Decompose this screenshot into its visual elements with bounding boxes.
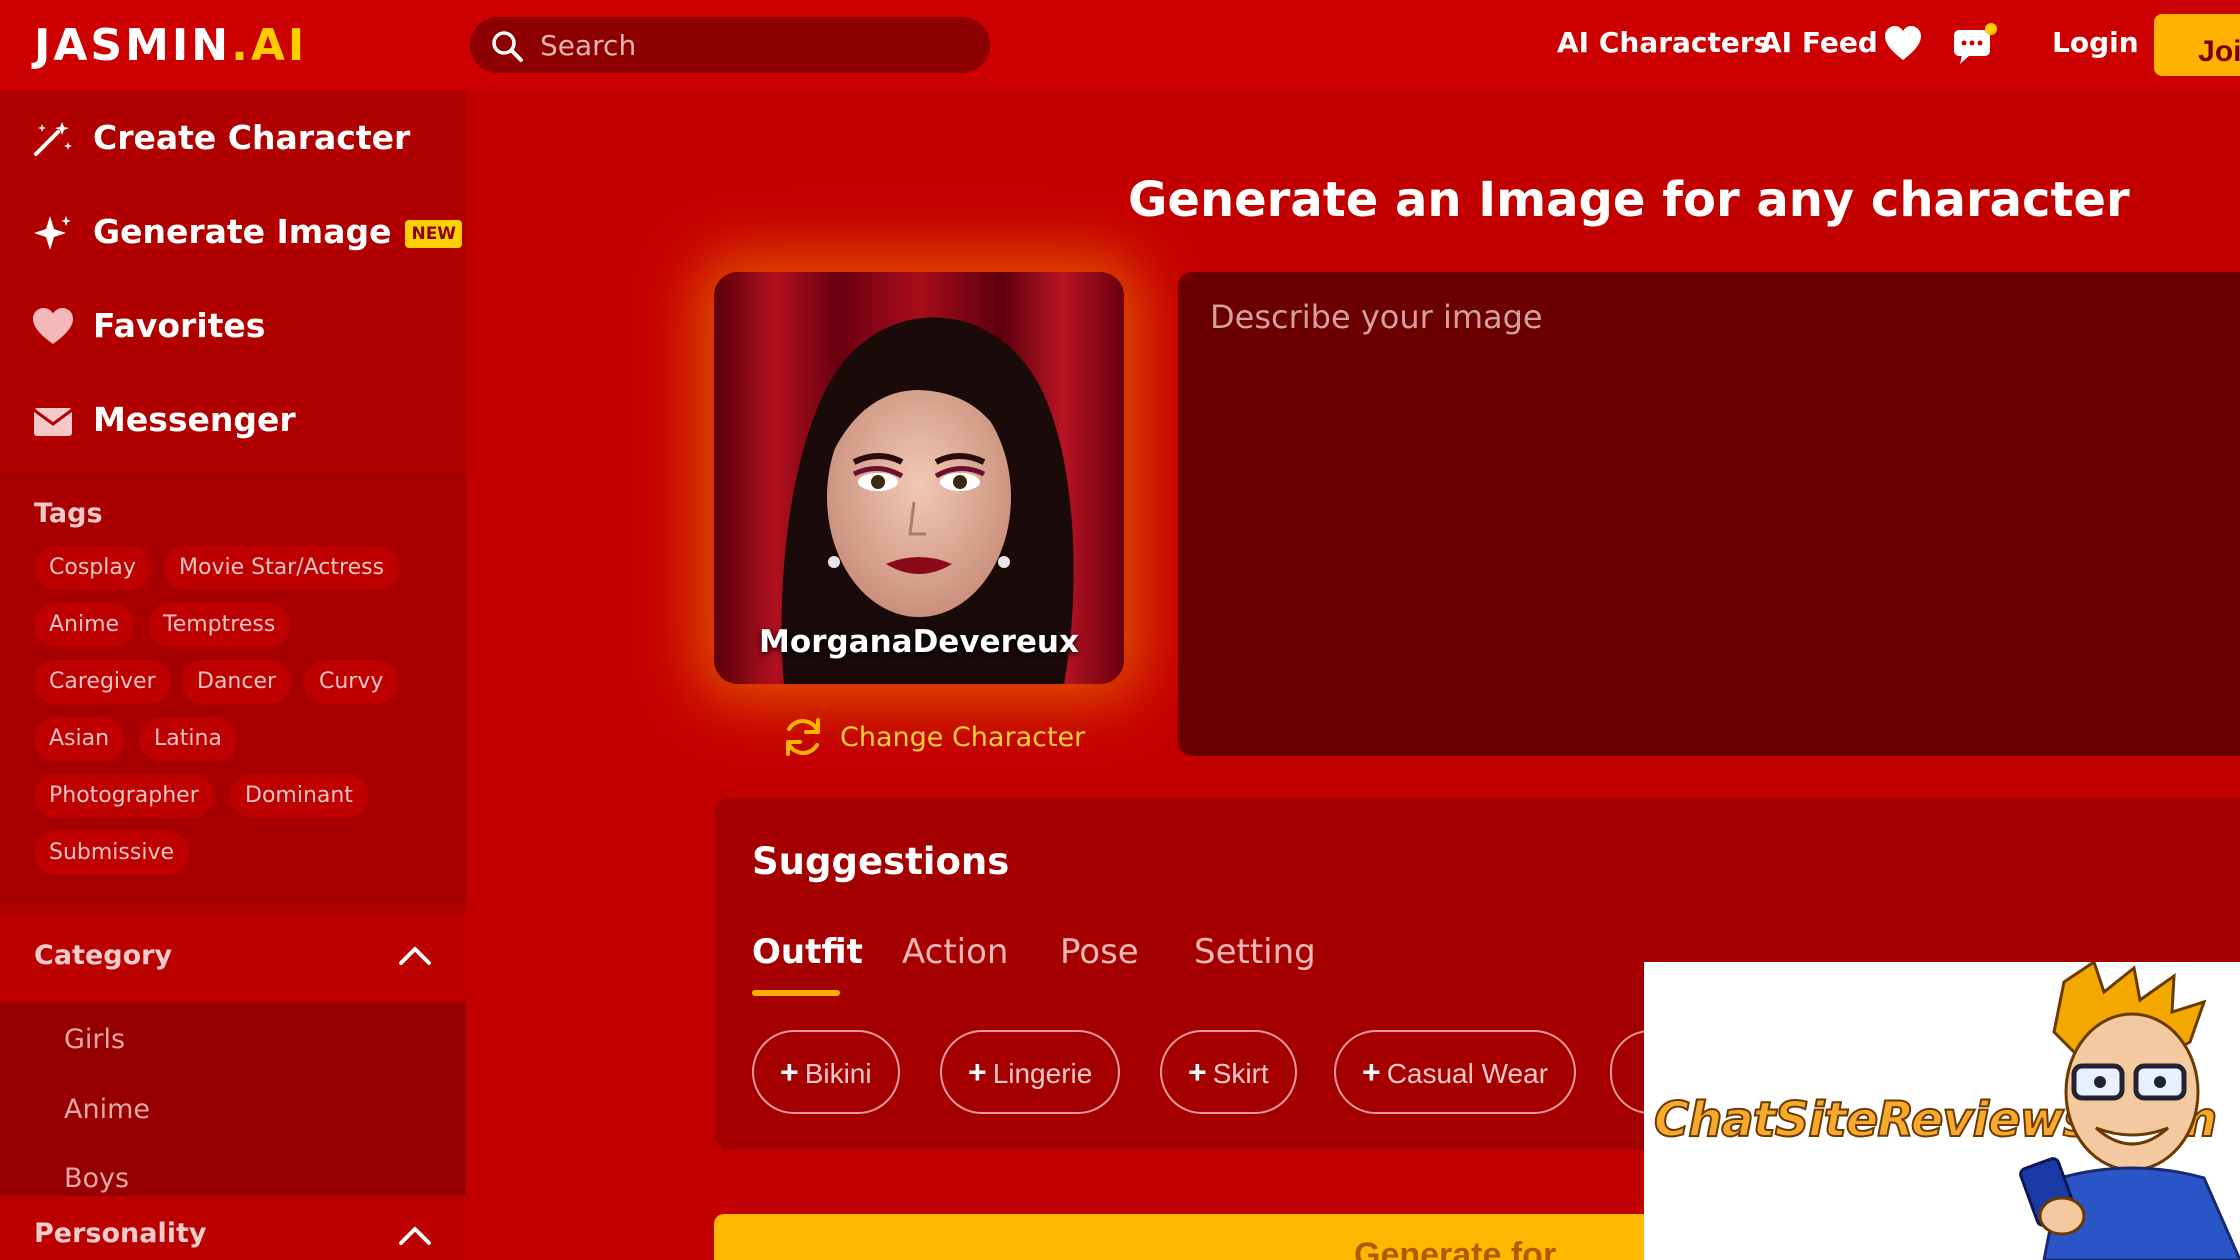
chevron-up-icon[interactable]: [398, 1224, 432, 1246]
chip-label: Skirt: [1212, 1058, 1269, 1089]
sparkle-icon: [34, 216, 71, 250]
page: JASMIN.AI AI Characters AI Feed Login Jo…: [0, 0, 2240, 1260]
suggestion-chip-lingerie[interactable]: + Lingerie: [940, 1030, 1121, 1114]
character-portrait: [714, 272, 1124, 684]
tab-pose[interactable]: Pose: [1060, 932, 1139, 972]
generate-image-label: Generate Image: [93, 212, 392, 251]
character-card[interactable]: MorganaDevereux: [714, 272, 1124, 684]
join-button[interactable]: Join: [2154, 14, 2240, 76]
tab-outfit[interactable]: Outfit: [752, 932, 863, 972]
nav-ai-characters[interactable]: AI Characters: [1557, 26, 1770, 59]
sidebar-item-create-character[interactable]: Create Character: [0, 92, 466, 186]
sidebar-item-generate-image[interactable]: Generate Image NEW: [0, 186, 466, 280]
personality-title: Personality: [34, 1218, 207, 1249]
sidebar-item-label: Favorites: [93, 306, 266, 345]
tag-chip[interactable]: Cosplay: [34, 546, 151, 590]
tag-chip[interactable]: Dominant: [230, 774, 368, 818]
tag-chip[interactable]: Asian: [34, 717, 125, 761]
tag-chip[interactable]: Temptress: [148, 603, 291, 647]
tag-chip[interactable]: Movie Star/Actress: [164, 546, 400, 590]
plus-icon: +: [1188, 1054, 1207, 1090]
tag-chip[interactable]: Photographer: [34, 774, 214, 818]
plus-icon: +: [968, 1054, 987, 1090]
suggestion-chip-bikini[interactable]: + Bikini: [752, 1030, 900, 1114]
category-title: Category: [34, 940, 173, 971]
new-badge: NEW: [405, 220, 463, 248]
search-icon: [492, 31, 523, 62]
image-description-input[interactable]: [1178, 272, 2240, 756]
suggestion-chip-casual-wear[interactable]: + Casual Wear: [1334, 1030, 1577, 1114]
logo-text: JASMIN: [34, 20, 232, 71]
active-tab-indicator: [752, 990, 840, 996]
chat-icon[interactable]: [1952, 22, 1998, 66]
tag-chip[interactable]: Dancer: [182, 660, 292, 704]
chip-label: Casual Wear: [1386, 1058, 1549, 1089]
category-header[interactable]: Category: [0, 914, 466, 1002]
cartoon-mascot-image: [2019, 962, 2240, 1260]
chip-label: Lingerie: [992, 1058, 1093, 1089]
tag-chip[interactable]: Submissive: [34, 831, 190, 875]
envelope-icon: [33, 408, 73, 436]
sidebar-item-messenger[interactable]: Messenger: [0, 374, 466, 468]
sidebar-item-label: Generate Image NEW: [93, 212, 463, 251]
category-item-boys[interactable]: Boys: [64, 1163, 129, 1194]
sidebar-item-label: Messenger: [93, 400, 296, 439]
suggestion-chip-skirt[interactable]: + Skirt: [1160, 1030, 1297, 1114]
suggestions-title: Suggestions: [752, 840, 1010, 883]
tags-title: Tags: [34, 498, 103, 529]
tag-chip[interactable]: Caregiver: [34, 660, 171, 704]
logo-suffix: AI: [250, 20, 308, 71]
category-item-anime[interactable]: Anime: [64, 1094, 150, 1125]
tag-chip[interactable]: Latina: [139, 717, 237, 761]
chip-label: Bikini: [804, 1058, 872, 1089]
personality-header[interactable]: Personality: [0, 1196, 466, 1260]
tab-setting[interactable]: Setting: [1194, 932, 1316, 972]
chevron-up-icon[interactable]: [398, 944, 432, 966]
tags-section: Tags Cosplay Movie Star/Actress Anime Te…: [0, 472, 466, 904]
search-input[interactable]: [540, 25, 960, 65]
page-title: Generate an Image for any character: [1128, 172, 2130, 228]
login-link[interactable]: Login: [2052, 26, 2139, 59]
tag-chip[interactable]: Curvy: [304, 660, 399, 704]
tab-action[interactable]: Action: [902, 932, 1008, 972]
change-character-label: Change Character: [840, 722, 1086, 753]
logo-dot: .: [231, 20, 251, 71]
magic-wand-icon: [34, 122, 72, 156]
heart-icon: [33, 308, 73, 344]
nav-ai-feed[interactable]: AI Feed: [1760, 26, 1878, 59]
plus-icon: +: [1362, 1054, 1381, 1090]
character-name: MorganaDevereux: [759, 624, 1079, 660]
plus-icon: +: [780, 1054, 799, 1090]
logo[interactable]: JASMIN.AI: [34, 20, 307, 71]
sidebar-item-label: Create Character: [93, 118, 411, 157]
sidebar-item-favorites[interactable]: Favorites: [0, 280, 466, 374]
refresh-icon: [786, 718, 820, 756]
category-item-girls[interactable]: Girls: [64, 1024, 125, 1055]
watermark-overlay: ChatSiteReviews.com: [1644, 962, 2240, 1260]
tag-chip[interactable]: Anime: [34, 603, 135, 647]
top-bar: JASMIN.AI AI Characters AI Feed Login Jo…: [0, 0, 2240, 90]
generate-label: Generate for: [1354, 1236, 1557, 1260]
sidebar: Create Character Generate Image NEW Favor…: [0, 90, 466, 1260]
search-bar[interactable]: [470, 17, 990, 73]
favorites-heart-icon[interactable]: [1884, 26, 1922, 62]
